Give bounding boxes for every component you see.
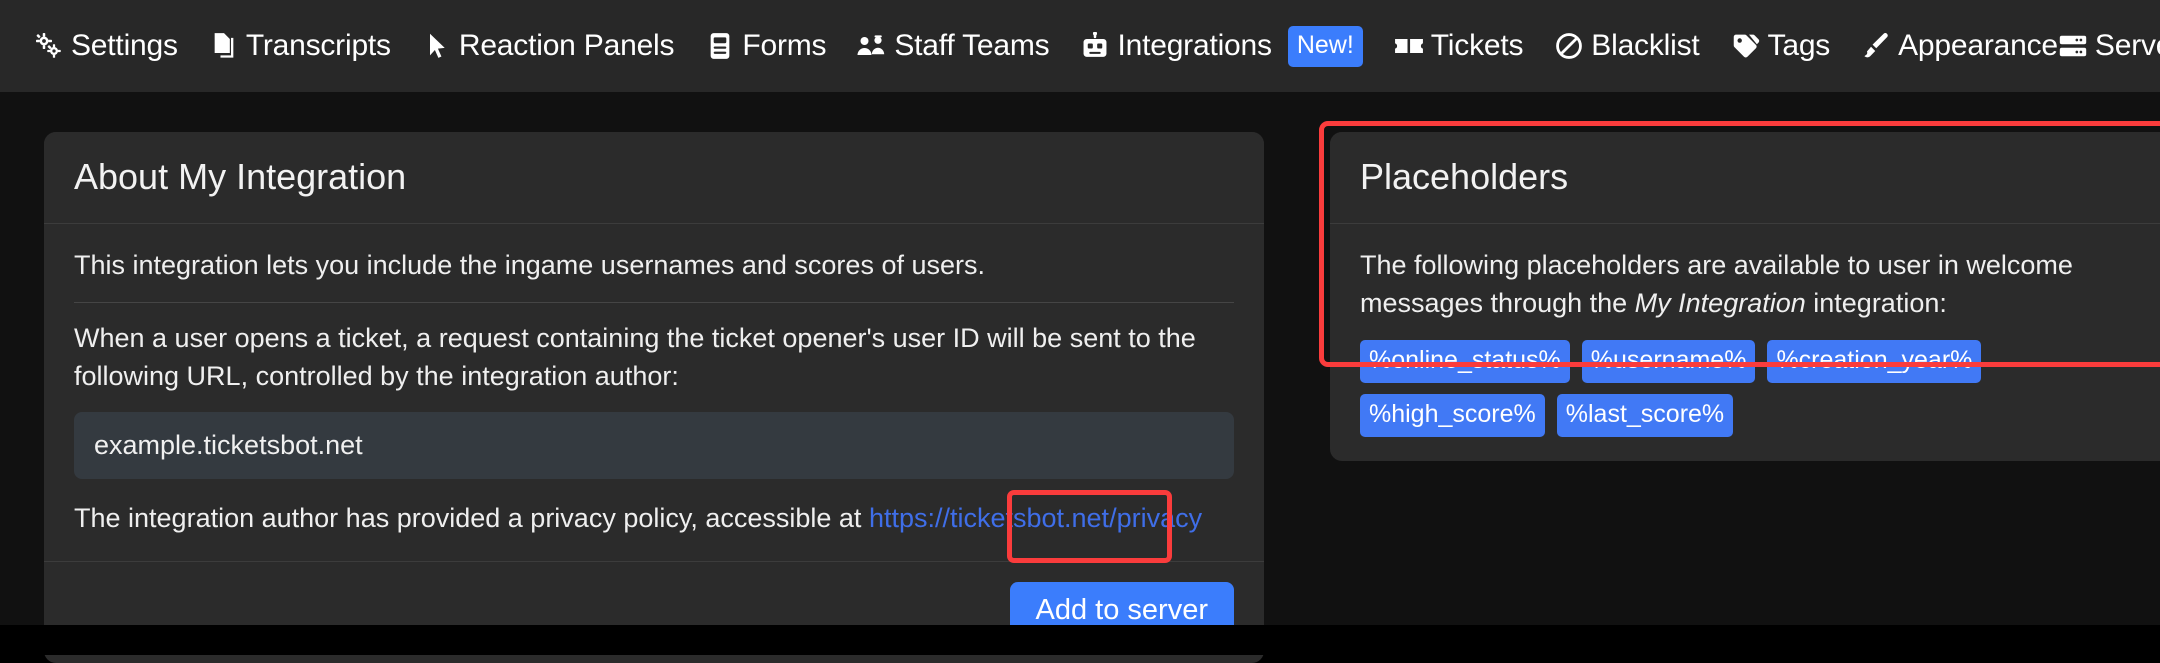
placeholder-badge[interactable]: %creation_year% xyxy=(1767,340,1982,384)
form-icon xyxy=(705,31,735,61)
nav-item-appearance[interactable]: Appearance xyxy=(1861,31,2058,61)
app-root: Settings Transcripts Reaction Panels For… xyxy=(0,0,2160,663)
placeholders-intro-emphasis: My Integration xyxy=(1634,287,1806,318)
nav-label-integrations: Integrations xyxy=(1117,29,1272,62)
paintbrush-icon xyxy=(1861,31,1891,61)
nav-label-servers: Servers xyxy=(2094,29,2160,62)
nav-item-transcripts[interactable]: Transcripts xyxy=(209,31,391,61)
about-card-body: This integration lets you include the in… xyxy=(44,224,1264,562)
placeholder-badge[interactable]: %last_score% xyxy=(1556,394,1734,438)
nav-label-appearance: Appearance xyxy=(1898,29,2058,62)
nav-label-forms: Forms xyxy=(742,29,827,62)
users-icon xyxy=(857,31,887,61)
ticket-icon xyxy=(1394,31,1424,61)
about-card-title: About My Integration xyxy=(74,156,407,197)
nav-item-settings[interactable]: Settings xyxy=(34,31,178,61)
nav-item-integrations[interactable]: Integrations New! xyxy=(1080,25,1363,67)
nav-label-transcripts: Transcripts xyxy=(245,29,391,62)
about-integration-card: About My Integration This integration le… xyxy=(44,132,1264,663)
robot-icon xyxy=(1080,31,1110,61)
nav-item-servers[interactable]: Servers xyxy=(2058,31,2160,61)
placeholders-card-title: Placeholders xyxy=(1360,156,1569,197)
nav-label-tags: Tags xyxy=(1767,29,1831,62)
privacy-policy-link[interactable]: https://ticketsbot.net/privacy xyxy=(869,503,1202,533)
nav-label-staff-teams: Staff Teams xyxy=(894,29,1050,62)
nav-item-blacklist[interactable]: Blacklist xyxy=(1554,29,1700,62)
nav-label-reaction-panels: Reaction Panels xyxy=(458,29,675,62)
placeholders-card: Placeholders The following placeholders … xyxy=(1330,132,2160,462)
nav-item-tickets[interactable]: Tickets xyxy=(1394,29,1524,62)
copy-icon xyxy=(209,31,239,61)
nav-label-settings: Settings xyxy=(71,29,178,62)
integrations-new-badge[interactable]: New! xyxy=(1287,25,1363,67)
navbar-left-group: Settings Transcripts Reaction Panels For… xyxy=(34,25,2058,67)
main-navbar: Settings Transcripts Reaction Panels For… xyxy=(0,0,2160,92)
about-card-header: About My Integration xyxy=(44,132,1264,224)
placeholders-card-body: The following placeholders are available… xyxy=(1330,224,2160,462)
nav-item-staff-teams[interactable]: Staff Teams xyxy=(857,29,1050,62)
nav-item-tags[interactable]: Tags xyxy=(1731,29,1831,62)
about-paragraph-1: This integration lets you include the in… xyxy=(74,249,985,280)
bottom-strip xyxy=(0,625,2160,655)
tag-icon xyxy=(1731,31,1761,61)
placeholders-intro-suffix: integration: xyxy=(1805,287,1947,318)
placeholder-badge[interactable]: %high_score% xyxy=(1360,394,1545,438)
navbar-right-group: Servers Logout xyxy=(2058,31,2160,61)
about-column: About My Integration This integration le… xyxy=(44,132,1264,663)
placeholder-badge[interactable]: %online_status% xyxy=(1360,340,1570,384)
nav-label-blacklist: Blacklist xyxy=(1591,29,1700,62)
page-content: About My Integration This integration le… xyxy=(0,92,2160,663)
nav-item-forms[interactable]: Forms xyxy=(705,29,827,62)
server-icon xyxy=(2058,31,2088,61)
placeholder-badge[interactable]: %username% xyxy=(1581,340,1756,384)
placeholders-column: Placeholders The following placeholders … xyxy=(1319,121,2160,462)
integration-url-field[interactable]: example.ticketsbot.net xyxy=(74,411,1234,479)
privacy-policy-prefix: The integration author has provided a pr… xyxy=(74,502,869,533)
placeholders-card-header: Placeholders xyxy=(1330,132,2160,224)
placeholders-intro-text: The following placeholders are available… xyxy=(1360,246,2152,323)
placeholder-badge-list: %online_status% %username% %creation_yea… xyxy=(1360,340,2080,438)
ban-icon xyxy=(1554,31,1584,61)
privacy-policy-text: The integration author has provided a pr… xyxy=(74,499,1234,537)
nav-item-reaction-panels[interactable]: Reaction Panels xyxy=(422,29,675,62)
about-divider xyxy=(74,301,1234,303)
about-paragraph-2: When a user opens a ticket, a request co… xyxy=(74,322,1196,392)
nav-label-tickets: Tickets xyxy=(1430,29,1524,62)
cursor-icon xyxy=(422,31,452,61)
cogs-icon xyxy=(34,31,64,61)
